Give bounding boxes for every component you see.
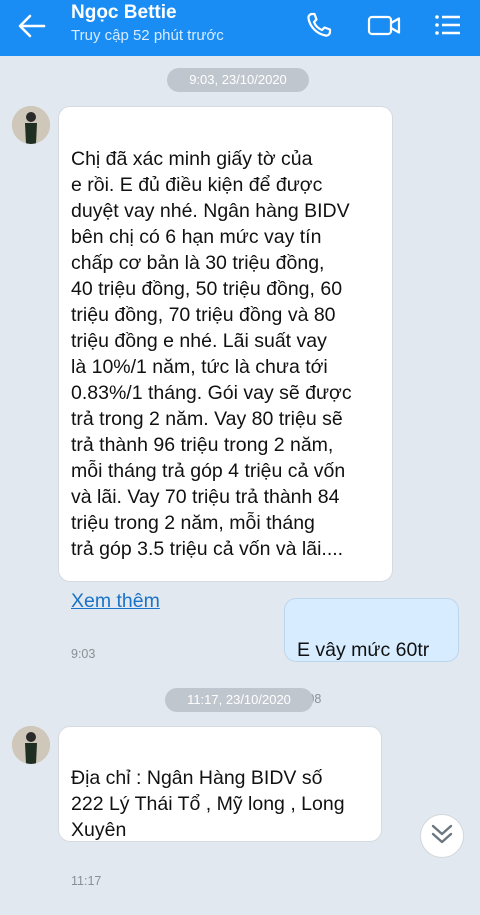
message-text: Chị đã xác minh giấy tờ của e rồi. E đủ …	[71, 148, 352, 560]
message-time: 11:17	[71, 874, 102, 888]
menu-list-icon	[435, 15, 460, 35]
scroll-to-bottom-button[interactable]	[420, 814, 464, 858]
chat-header: Ngọc Bettie Truy cập 52 phút trước	[0, 0, 480, 56]
options-button[interactable]	[432, 10, 464, 40]
contact-photo-icon	[12, 106, 50, 144]
last-seen-status: Truy cập 52 phút trước	[71, 27, 224, 44]
back-button[interactable]	[14, 11, 50, 41]
double-chevron-down-icon	[431, 824, 453, 844]
message-bubble-incoming[interactable]: Chị đã xác minh giấy tờ của e rồi. E đủ …	[58, 106, 393, 661]
avatar[interactable]	[12, 726, 50, 764]
message-time: 9:08	[297, 691, 446, 707]
avatar[interactable]	[12, 106, 50, 144]
phone-icon	[307, 12, 332, 37]
back-arrow-icon	[18, 14, 46, 38]
message-text: E vây mức 60tr	[297, 639, 430, 661]
video-camera-icon	[367, 15, 401, 36]
contact-name[interactable]: Ngọc Bettie	[71, 2, 177, 24]
date-separator: 9:03, 23/10/2020	[167, 68, 309, 92]
message-bubble-incoming[interactable]: Địa chỉ : Ngân Hàng BIDV số 222 Lý Thái …	[58, 726, 382, 888]
message-bubble-outgoing[interactable]: E vây mức 60tr 9:08	[284, 598, 459, 706]
date-separator: 11:17, 23/10/2020	[165, 688, 313, 712]
contact-photo-icon	[12, 726, 50, 764]
message-text: Địa chỉ : Ngân Hàng BIDV số 222 Lý Thái …	[71, 767, 345, 841]
video-call-button[interactable]	[366, 10, 402, 40]
call-button[interactable]	[304, 10, 336, 40]
